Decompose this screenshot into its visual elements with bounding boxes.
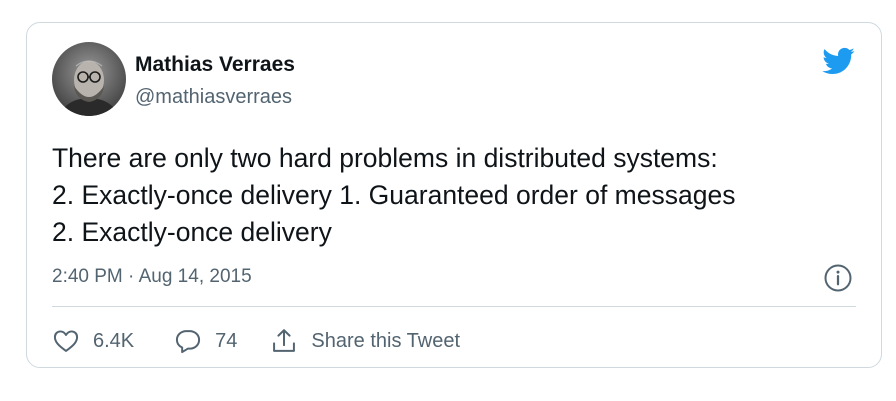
reply-button[interactable]: 74 xyxy=(174,327,237,355)
author-name[interactable]: Mathias Verraes xyxy=(135,53,295,77)
tweet-actions: 6.4K 74 Share this Tweet xyxy=(52,326,460,356)
tweet-line: 2. Exactly-once delivery xyxy=(52,217,332,247)
author-handle[interactable]: @mathiasverraes xyxy=(135,86,292,109)
tweet-card: Mathias Verraes @mathiasverraes There ar… xyxy=(26,22,882,368)
like-button[interactable]: 6.4K xyxy=(52,327,134,355)
info-icon[interactable] xyxy=(823,263,853,293)
like-count: 6.4K xyxy=(93,329,135,352)
twitter-bird-icon[interactable] xyxy=(821,44,855,78)
tweet-line: 2. Exactly-once delivery 1. Guaranteed o… xyxy=(52,180,736,210)
heart-icon xyxy=(52,327,80,355)
avatar-photo xyxy=(52,42,126,116)
reply-count: 74 xyxy=(215,329,238,352)
avatar[interactable] xyxy=(52,42,126,116)
tweet-timestamp[interactable]: 2:40 PM · Aug 14, 2015 xyxy=(52,266,252,288)
share-label: Share this Tweet xyxy=(311,329,461,352)
tweet-text: There are only two hard problems in dist… xyxy=(52,140,862,251)
share-button[interactable]: Share this Tweet xyxy=(270,327,460,355)
speech-bubble-icon xyxy=(174,327,202,355)
tweet-line: There are only two hard problems in dist… xyxy=(52,143,718,173)
share-icon xyxy=(270,327,298,355)
divider xyxy=(52,306,856,307)
